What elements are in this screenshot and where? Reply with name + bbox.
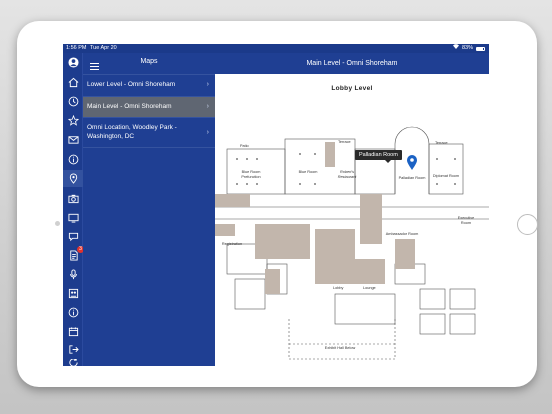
room-label-registration: Registration xyxy=(221,242,243,246)
map-list-item-label: Main Level - Omni Shoreham xyxy=(87,102,172,110)
map-tooltip: Palladian Room xyxy=(355,150,402,163)
room-label-lobby: Lobby xyxy=(333,286,344,290)
map-list-item-lower-level[interactable]: Lower Level - Omni Shoreham › xyxy=(83,75,215,97)
info-icon[interactable] xyxy=(67,306,79,318)
video-icon[interactable] xyxy=(67,211,79,223)
room-label-terrace-right: Terrace xyxy=(435,141,448,145)
room-label-exhibit-hall: Exhibit Hall Below xyxy=(324,346,356,350)
map-pin-icon xyxy=(407,155,417,170)
home-button[interactable] xyxy=(517,214,538,235)
maps-panel: Maps Lower Level - Omni Shoreham › Main … xyxy=(83,53,215,366)
chat-icon[interactable] xyxy=(67,230,79,242)
chevron-right-icon: › xyxy=(206,128,209,136)
status-bar: 1:56 PM Tue Apr 20 83% xyxy=(63,44,489,53)
map-list-item-main-level[interactable]: Main Level - Omni Shoreham › xyxy=(83,96,215,118)
home-icon[interactable] xyxy=(67,76,79,88)
map-header-title: Main Level - Omni Shoreham xyxy=(215,53,489,74)
mail-icon[interactable] xyxy=(67,133,79,145)
map-list-item-label: Omni Location, Woodley Park - Washington… xyxy=(87,124,177,140)
map-pin-icon[interactable] xyxy=(63,170,83,187)
battery-percent: 83% xyxy=(461,45,473,51)
status-time: 1:56 PM xyxy=(66,45,87,51)
wifi-icon xyxy=(452,44,459,53)
chevron-right-icon: › xyxy=(206,102,209,110)
room-label-ambassador: Ambassador Room xyxy=(385,232,419,236)
room-label-lounge: Lounge xyxy=(363,286,376,290)
calendar-icon[interactable] xyxy=(67,325,79,337)
room-label-executive: Executive Room xyxy=(457,216,475,225)
refresh-icon[interactable] xyxy=(67,359,79,366)
room-label-palladian: Palladian Room xyxy=(398,176,426,180)
room-label-diplomat: Diplomat Room xyxy=(432,174,460,178)
chevron-right-icon: › xyxy=(206,81,209,89)
status-right: 83% xyxy=(452,44,485,53)
room-label-blue-room-prefunction: Blue Room Prefunction xyxy=(241,170,261,179)
document-icon[interactable]: 3 xyxy=(67,246,84,261)
clock-icon[interactable] xyxy=(67,95,79,107)
battery-icon xyxy=(476,46,485,51)
floor-areas xyxy=(215,142,415,294)
camera-icon[interactable] xyxy=(67,192,79,204)
info-icon[interactable] xyxy=(67,153,79,165)
map-list-item-omni-location[interactable]: Omni Location, Woodley Park - Washington… xyxy=(83,118,215,148)
star-icon[interactable] xyxy=(67,114,79,126)
floor-plan-drawing xyxy=(215,126,489,360)
panel-header: Maps xyxy=(83,53,215,75)
room-label-roberts: Robert's Restaurant xyxy=(337,170,357,179)
microphone-icon[interactable] xyxy=(67,268,79,280)
floor-map[interactable]: Lobby Level Palladian Room Patio Terrace… xyxy=(215,74,489,366)
panel-title: Maps xyxy=(140,58,158,65)
profile-icon[interactable] xyxy=(67,56,79,68)
people-icon[interactable] xyxy=(67,287,79,299)
icon-rail: 3 xyxy=(63,53,84,366)
room-label-terrace: Terrace xyxy=(338,140,351,144)
status-date: Tue Apr 20 xyxy=(90,45,117,51)
room-label-patio: Patio xyxy=(240,144,249,148)
map-list-item-label: Lower Level - Omni Shoreham xyxy=(87,81,176,88)
app-screen: 1:56 PM Tue Apr 20 83% 3 Maps Lower Leve… xyxy=(63,44,489,366)
front-camera xyxy=(55,221,60,226)
room-label-blue-room: Blue Room xyxy=(298,170,318,174)
logout-icon[interactable] xyxy=(67,343,79,355)
